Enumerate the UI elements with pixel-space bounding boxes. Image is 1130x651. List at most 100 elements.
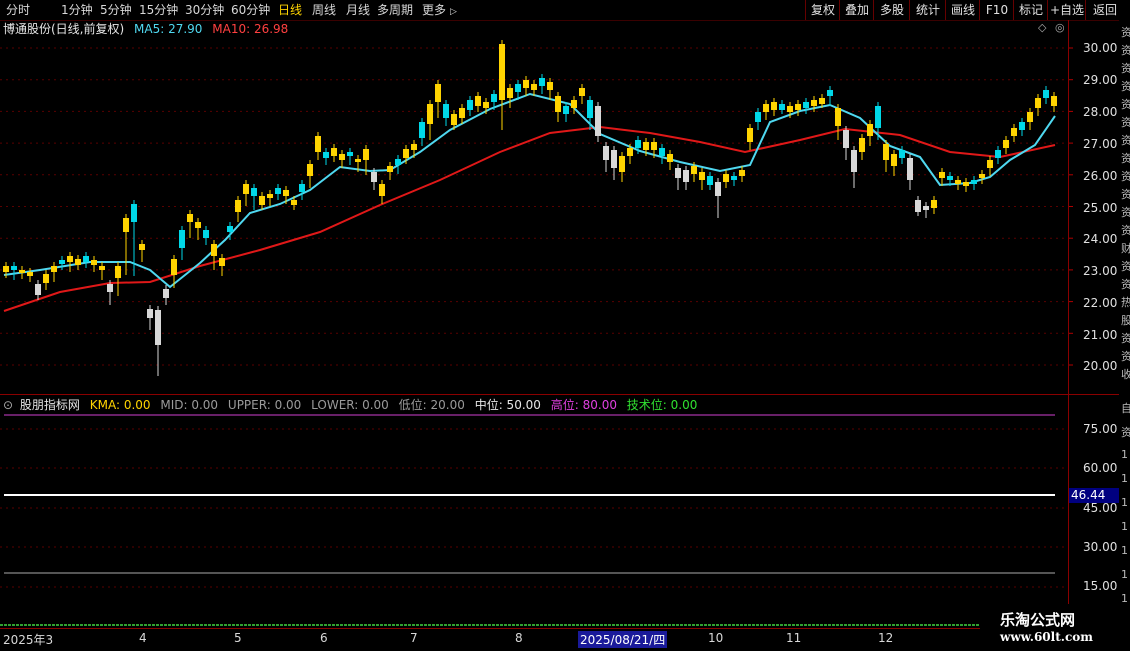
indicator-tick: 15.00 — [1083, 579, 1118, 593]
side-glyph: 资 — [1121, 80, 1130, 93]
candle-body — [811, 100, 817, 106]
mark-button[interactable]: 标记 — [1013, 0, 1048, 20]
candle-body — [531, 84, 537, 90]
period-tab-multi[interactable]: 多周期 — [377, 0, 413, 20]
adjust-button[interactable]: 复权 — [805, 0, 840, 20]
time-axis: 2025年3 4 5 6 7 8 2025/08/21/四 10 11 12 — [0, 628, 980, 651]
period-tab-fenshi[interactable]: 分时 — [6, 0, 30, 20]
period-tab-60min[interactable]: 60分钟 — [231, 0, 270, 20]
period-tab-weekly[interactable]: 周线 — [312, 0, 336, 20]
diamond-icon[interactable]: ◇ — [1038, 21, 1046, 34]
axis-divider — [1068, 20, 1069, 628]
candle-body — [891, 154, 897, 166]
time-label: 12 — [878, 631, 894, 645]
time-label: 5 — [234, 631, 242, 645]
candle-body — [651, 142, 657, 150]
side-glyph: 1 — [1121, 448, 1128, 461]
side-glyph: 1 — [1121, 520, 1128, 533]
side-glyph: 资 — [1121, 98, 1130, 111]
candle-body — [915, 200, 921, 212]
candle-body — [659, 148, 665, 156]
period-tab-30min[interactable]: 30分钟 — [185, 0, 224, 20]
side-glyph: 资 — [1121, 152, 1130, 165]
candle-body — [739, 170, 745, 176]
candle-body — [83, 256, 89, 262]
candle-body — [923, 206, 929, 210]
period-tab-15min[interactable]: 15分钟 — [139, 0, 178, 20]
candle-body — [203, 230, 209, 238]
side-glyph: 资 — [1121, 350, 1130, 363]
side-glyph: 资 — [1121, 206, 1130, 219]
period-tab-5min[interactable]: 5分钟 — [100, 0, 132, 20]
candle-body — [851, 150, 857, 172]
candle-body — [315, 136, 321, 152]
side-glyph: 1 — [1121, 496, 1128, 509]
ma10-line — [3, 125, 1056, 312]
side-glyph: 资 — [1121, 116, 1130, 129]
candle-body — [59, 260, 65, 264]
time-label: 6 — [320, 631, 328, 645]
candle-body — [275, 188, 281, 194]
f10-button[interactable]: F10 — [979, 0, 1014, 20]
candle-body — [451, 114, 457, 125]
time-label: 8 — [515, 631, 523, 645]
candle-body — [51, 266, 57, 272]
multi-stock-button[interactable]: 多股 — [873, 0, 910, 20]
candle-body — [539, 78, 545, 86]
candle-body — [347, 152, 353, 156]
statistics-button[interactable]: 统计 — [909, 0, 946, 20]
candle-body — [155, 310, 161, 345]
candle-body — [1003, 140, 1009, 148]
overlay-button[interactable]: 叠加 — [839, 0, 874, 20]
period-tab-more[interactable]: 更多 ▷ — [422, 0, 457, 20]
ma5-value: MA5: 27.90 — [134, 22, 203, 36]
time-label: 4 — [139, 631, 147, 645]
side-glyph: 资 — [1121, 278, 1130, 291]
candle-body — [3, 266, 9, 272]
candle-body — [75, 259, 81, 265]
side-glyph: 自 — [1121, 402, 1130, 415]
candle-body — [1035, 98, 1041, 108]
candle-body — [307, 164, 313, 176]
add-watchlist-button[interactable]: +自选 — [1047, 0, 1086, 20]
indicator-name: 股朋指标网 — [19, 398, 80, 412]
pane-divider[interactable] — [0, 394, 1130, 395]
period-tab-daily[interactable]: 日线 — [278, 0, 302, 20]
time-label: 2025年3 — [3, 633, 54, 647]
candle-body — [379, 184, 385, 196]
candle-body — [779, 104, 785, 110]
candle-body — [875, 106, 881, 128]
high-level-value: 高位: 80.00 — [550, 398, 617, 412]
stock-name: 博通股份(日线,前复权) — [3, 22, 125, 36]
settings-icon[interactable]: ◎ — [1055, 21, 1065, 34]
back-button[interactable]: 返回 — [1085, 0, 1124, 20]
candle-body — [323, 152, 329, 158]
candle-body — [715, 182, 721, 196]
candle-body — [243, 184, 249, 194]
period-tab-1min[interactable]: 1分钟 — [61, 0, 93, 20]
candle-body — [515, 84, 521, 92]
candle-body — [67, 256, 73, 262]
main-chart-title: 博通股份(日线,前复权) MA5: 27.90 MA10: 26.98 — [3, 21, 288, 37]
kma-value: KMA: 0.00 — [89, 398, 151, 412]
candle-body — [795, 104, 801, 110]
side-glyph: 资 — [1121, 62, 1130, 75]
draw-line-button[interactable]: 画线 — [945, 0, 980, 20]
period-tab-monthly[interactable]: 月线 — [346, 0, 370, 20]
candle-body — [571, 100, 577, 108]
candle-body — [707, 176, 713, 185]
ma5-line — [3, 92, 1056, 289]
kline-chart[interactable] — [0, 0, 1130, 650]
side-glyph: 资 — [1121, 134, 1130, 147]
candle-body — [667, 154, 673, 162]
candle-body — [211, 244, 217, 256]
price-tick: 27.00 — [1083, 137, 1118, 151]
candle-body — [227, 226, 233, 232]
candle-body — [363, 149, 369, 160]
watermark-title: 乐淘公式网 — [1000, 611, 1076, 629]
candle-body — [971, 180, 977, 184]
indicator-tick: 45.00 — [1083, 501, 1118, 515]
side-glyph: 股 — [1121, 314, 1130, 327]
indicator-toggle-icon[interactable]: ⊙ — [3, 398, 13, 412]
price-tick: 24.00 — [1083, 232, 1118, 246]
